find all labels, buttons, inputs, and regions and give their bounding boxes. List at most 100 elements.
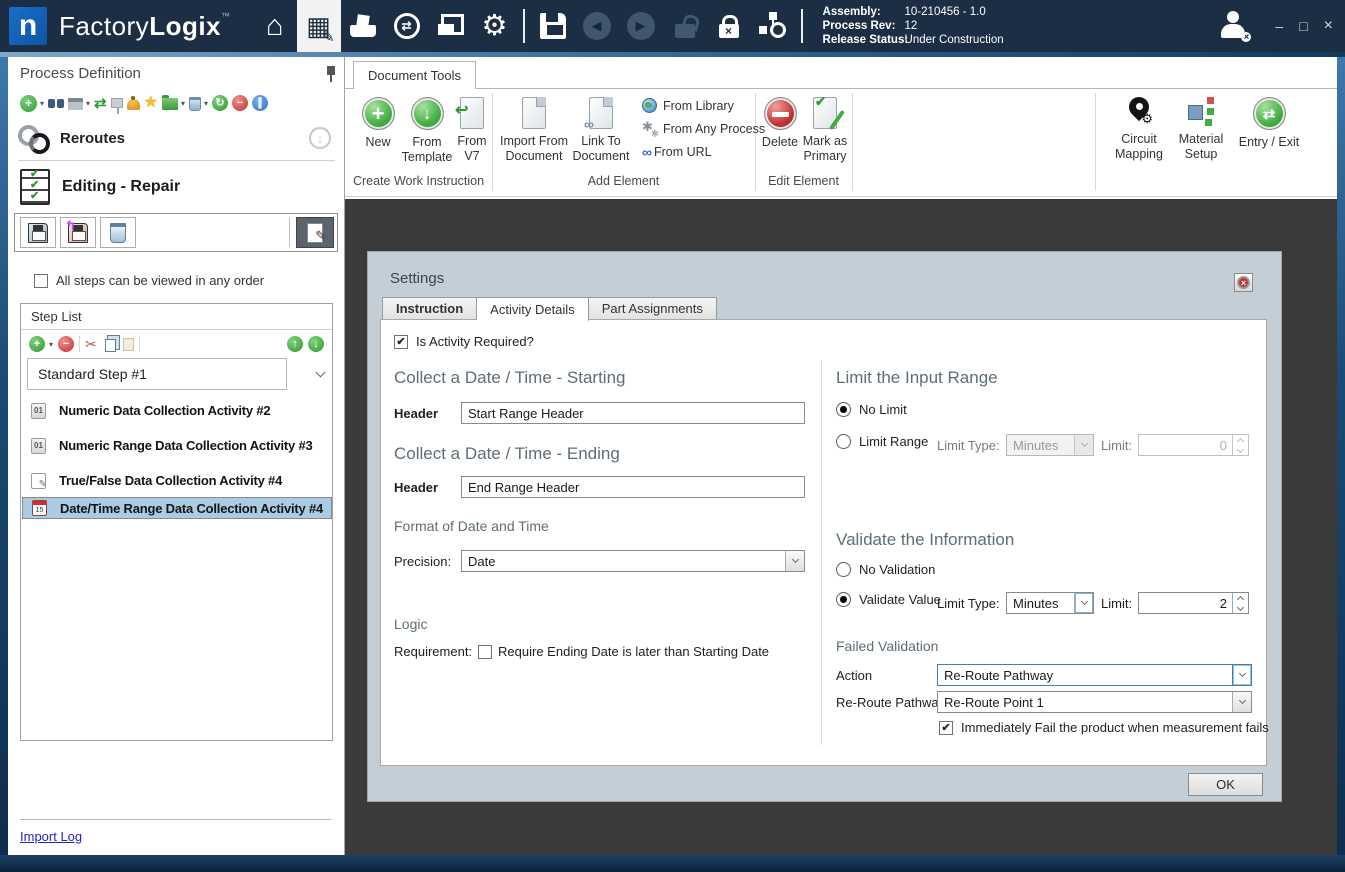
print-dropdown-icon[interactable]: ▾ xyxy=(86,99,90,108)
dialog-close-button[interactable]: × xyxy=(1234,273,1253,292)
edit-mode-button[interactable] xyxy=(296,217,334,248)
starting-header-input[interactable]: Start Range Header xyxy=(461,402,805,424)
maximize-button[interactable]: □ xyxy=(1299,18,1307,34)
from-v7-button[interactable]: ↩ From V7 xyxy=(451,97,493,164)
circuit-mapping-button[interactable]: ⚙ Circuit Mapping xyxy=(1108,97,1170,162)
remove-icon[interactable]: − xyxy=(232,95,248,111)
spin-up-icon[interactable] xyxy=(1233,593,1248,603)
gear-icon[interactable]: ⚙ xyxy=(473,0,517,52)
close-button[interactable]: × xyxy=(1324,17,1333,35)
trash-icon[interactable] xyxy=(189,97,201,111)
unlock-icon[interactable] xyxy=(663,0,707,52)
tab-instruction[interactable]: Instruction xyxy=(382,297,477,320)
delete-step-button[interactable] xyxy=(100,217,136,248)
back-icon[interactable]: ◀ xyxy=(575,0,619,52)
save-step-button[interactable] xyxy=(20,217,56,248)
limit-spinner-disabled[interactable]: 0 xyxy=(1138,434,1249,456)
tab-part-assignments[interactable]: Part Assignments xyxy=(589,297,717,320)
lock-x-icon[interactable]: × xyxy=(707,0,751,52)
activity-required-checkbox[interactable] xyxy=(394,335,408,349)
move-down-icon[interactable]: ↓ xyxy=(308,336,324,352)
ok-button[interactable]: OK xyxy=(1188,773,1263,796)
export-folder-icon[interactable] xyxy=(162,98,178,110)
from-any-process-button[interactable]: From Any Process xyxy=(642,121,765,136)
link-to-document-button[interactable]: ∞ Link To Document xyxy=(565,97,637,164)
step-list-item-selected[interactable]: 15 Date/Time Range Data Collection Activ… xyxy=(22,497,332,519)
process-search-icon[interactable] xyxy=(751,0,795,52)
find-icon[interactable] xyxy=(48,99,64,110)
bell-icon[interactable] xyxy=(127,99,140,110)
step-list-item[interactable]: 01 Numeric Data Collection Activity #2 xyxy=(22,394,332,427)
remove-step-icon[interactable]: − xyxy=(58,336,74,352)
trash-dropdown-icon[interactable]: ▾ xyxy=(204,99,208,108)
print-icon[interactable] xyxy=(68,98,83,110)
pin-icon[interactable] xyxy=(324,66,338,82)
column-divider xyxy=(821,360,822,745)
validate-limit-label: Limit: xyxy=(1101,596,1132,611)
wizard-icon[interactable]: ★ xyxy=(144,95,158,111)
expand-down-icon[interactable]: ↓ xyxy=(309,127,331,149)
add-step-dropdown-icon[interactable]: ▾ xyxy=(49,340,53,349)
validate-limit-spinner[interactable]: 2 xyxy=(1138,592,1249,614)
document-import-icon: ↩ xyxy=(460,97,484,129)
any-order-checkbox[interactable] xyxy=(34,274,48,288)
from-template-button[interactable]: ↓ From Template xyxy=(398,97,456,165)
sync-icon[interactable]: ⇄ xyxy=(385,0,429,52)
forward-icon[interactable]: ▶ xyxy=(619,0,663,52)
validate-limit-type-select[interactable]: Minutes xyxy=(1006,592,1094,614)
process-designer-icon[interactable]: ▦✎ xyxy=(297,0,341,52)
step-collapse-chevron-icon[interactable] xyxy=(316,368,326,378)
inventory-icon[interactable] xyxy=(341,0,385,52)
copy-icon[interactable] xyxy=(105,339,116,352)
requirement-checkbox[interactable] xyxy=(478,645,492,659)
entry-exit-button[interactable]: ⇄ Entry / Exit xyxy=(1235,97,1303,150)
add-step-icon[interactable]: + xyxy=(29,336,45,352)
validate-value-radio[interactable] xyxy=(836,592,851,607)
spin-down-icon[interactable] xyxy=(1233,603,1248,613)
spin-up-icon[interactable] xyxy=(1233,435,1248,445)
user-logout-icon[interactable]: × xyxy=(1219,11,1249,41)
reroutes-section[interactable]: Reroutes ↓ xyxy=(8,117,345,159)
save-import-button[interactable]: ↰ xyxy=(60,217,96,248)
action-select[interactable]: Re-Route Pathway xyxy=(937,664,1252,686)
paste-icon[interactable] xyxy=(123,338,134,351)
home-icon[interactable]: ⌂ xyxy=(253,0,297,52)
cut-icon[interactable]: ✂ xyxy=(85,336,97,353)
precision-select[interactable]: Date xyxy=(461,550,805,572)
save-icon[interactable] xyxy=(531,0,575,52)
export-dropdown-icon[interactable]: ▾ xyxy=(181,99,185,108)
numeric-activity-icon: 01 xyxy=(31,403,46,419)
tab-activity-details[interactable]: Activity Details xyxy=(477,297,589,321)
ending-header-input[interactable]: End Range Header xyxy=(461,476,805,498)
import-log-link[interactable]: Import Log xyxy=(20,829,82,844)
tab-document-tools[interactable]: Document Tools xyxy=(353,61,476,89)
refresh-icon[interactable]: ↻ xyxy=(212,95,228,111)
add-icon[interactable]: + xyxy=(20,95,37,112)
limit-range-radio[interactable] xyxy=(836,434,851,449)
import-from-document-button[interactable]: Import From Document xyxy=(495,97,573,164)
documents-icon[interactable] xyxy=(429,0,473,52)
material-setup-button[interactable]: Material Setup xyxy=(1171,97,1231,162)
immediate-fail-checkbox[interactable] xyxy=(939,721,953,735)
reroute-pathway-select[interactable]: Re-Route Point 1 xyxy=(937,691,1252,713)
move-up-icon[interactable]: ↑ xyxy=(287,336,303,352)
step-list-item[interactable]: 01 Numeric Range Data Collection Activit… xyxy=(22,429,332,462)
reroute-icon[interactable]: ⇄ xyxy=(94,94,107,112)
no-limit-radio[interactable] xyxy=(836,402,851,417)
no-validation-radio[interactable] xyxy=(836,562,851,577)
mark-as-primary-button[interactable]: ✔ Mark as Primary xyxy=(797,97,853,164)
step-list-item[interactable]: True/False Data Collection Activity #4 xyxy=(22,464,332,497)
add-dropdown-icon[interactable]: ▾ xyxy=(40,99,44,108)
signboard-icon[interactable] xyxy=(111,98,123,108)
step-selector[interactable]: Standard Step #1 xyxy=(27,358,287,390)
process-toolbar: +▾ ▾ ⇄ ★ ▾ ▾ ↻ − ∥ xyxy=(20,93,268,113)
from-library-button[interactable]: From Library xyxy=(642,98,734,113)
limit-type-select-disabled[interactable]: Minutes xyxy=(1006,434,1094,456)
no-limit-row: No Limit xyxy=(836,402,907,417)
minimize-button[interactable]: – xyxy=(1275,18,1283,34)
from-url-button[interactable]: ∞ From URL xyxy=(642,144,712,160)
delete-element-button[interactable]: Delete xyxy=(758,97,802,150)
spin-down-icon[interactable] xyxy=(1233,445,1248,455)
new-instruction-button[interactable]: + New xyxy=(357,97,399,150)
pause-icon[interactable]: ∥ xyxy=(252,95,268,111)
